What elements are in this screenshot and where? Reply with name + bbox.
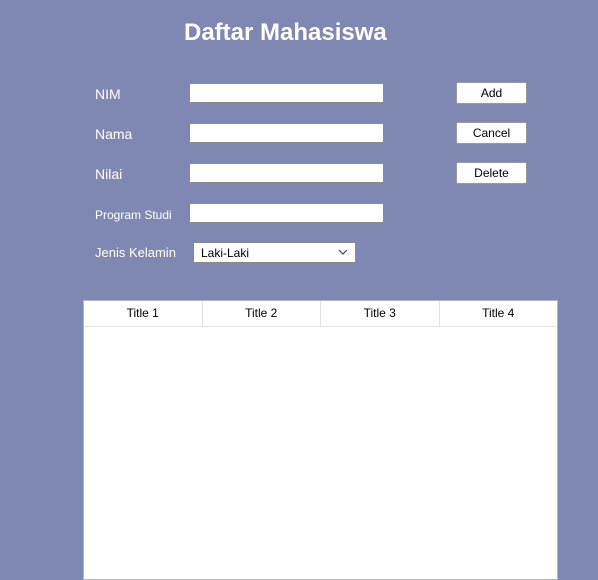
column-header-title-4[interactable]: Title 4	[440, 301, 558, 326]
nama-input[interactable]	[189, 123, 384, 143]
table-header: Title 1 Title 2 Title 3 Title 4	[84, 301, 557, 327]
nama-label: Nama	[95, 126, 133, 142]
column-header-title-2[interactable]: Title 2	[203, 301, 321, 326]
jenis-kelamin-label: Jenis Kelamin	[95, 245, 176, 260]
jenis-kelamin-selected-value: Laki-Laki	[201, 246, 250, 260]
add-button[interactable]: Add	[456, 82, 527, 104]
nilai-input[interactable]	[189, 163, 384, 183]
page-title: Daftar Mahasiswa	[184, 19, 387, 46]
nilai-label: Nilai	[95, 166, 123, 182]
jenis-kelamin-select[interactable]: Laki-Laki	[193, 242, 356, 263]
cancel-button[interactable]: Cancel	[456, 122, 527, 144]
column-header-title-3[interactable]: Title 3	[321, 301, 440, 326]
table-body[interactable]	[84, 327, 557, 579]
nim-label: NIM	[95, 86, 121, 102]
program-studi-input[interactable]	[189, 203, 384, 223]
program-studi-label: Program Studi	[95, 208, 172, 222]
delete-button[interactable]: Delete	[456, 162, 527, 184]
column-header-title-1[interactable]: Title 1	[84, 301, 203, 326]
chevron-down-icon	[338, 249, 348, 255]
nim-input[interactable]	[189, 83, 384, 103]
data-table[interactable]: Title 1 Title 2 Title 3 Title 4	[83, 300, 558, 580]
